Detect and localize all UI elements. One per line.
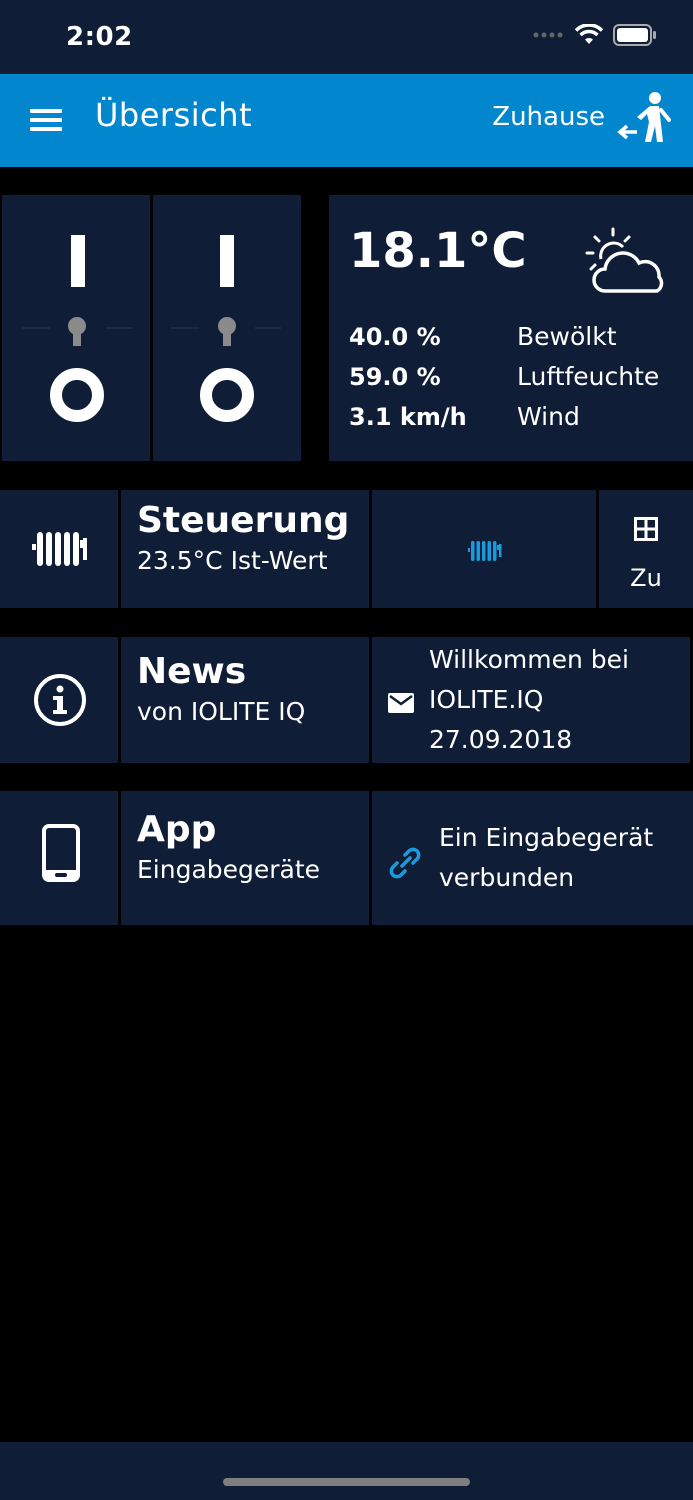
weather-temperature: 18.1°C [349, 223, 527, 279]
info-icon [34, 674, 86, 726]
menu-icon-line [30, 109, 62, 113]
bottom-bar [0, 1442, 693, 1500]
news-subtitle: von IOLITE IQ [137, 697, 306, 726]
app-bar: Übersicht Zuhause [0, 74, 693, 167]
battery-icon [613, 24, 656, 46]
partly-cloudy-icon [585, 227, 664, 293]
leave-home-icon[interactable] [617, 90, 675, 152]
status-time: 2:02 [66, 22, 133, 52]
weather-tile[interactable]: 18.1°C 40.0 % Bewölkt 59.0 % Luftfeuchte… [329, 195, 693, 461]
app-title: App [137, 809, 217, 850]
news-info-tile[interactable]: News von IOLITE IQ [121, 637, 369, 763]
radiator-icon [32, 532, 87, 566]
heating-icon-tile[interactable] [0, 490, 118, 608]
window-status-label: Zu [630, 564, 662, 592]
app-status-line1: Ein Eingabegerät [439, 823, 654, 852]
news-message-line2: IOLITE.IQ [429, 685, 544, 714]
app-devices-tile[interactable]: Ein Eingabegerät verbunden [372, 791, 693, 925]
news-title: News [137, 651, 247, 692]
link-icon [389, 847, 421, 879]
status-bar: 2:02 [0, 0, 693, 74]
weather-humidity-value: 59.0 % [349, 363, 441, 391]
news-message-date: 27.09.2018 [429, 725, 573, 754]
home-indicator[interactable] [223, 1478, 470, 1486]
weather-cloud-value: 40.0 % [349, 323, 441, 351]
weather-humidity-label: Luftfeuchte [517, 362, 660, 391]
weather-cloud-label: Bewölkt [517, 322, 617, 351]
app-status-line2: verbunden [439, 863, 575, 892]
phone-icon [42, 824, 80, 882]
radiator-small-icon [468, 541, 502, 561]
app-subtitle: Eingabegeräte [137, 855, 321, 884]
news-message-tile[interactable]: Willkommen bei IOLITE.IQ 27.09.2018 [372, 637, 690, 763]
wifi-icon [575, 24, 603, 44]
status-icons [533, 24, 657, 46]
page-title: Übersicht [95, 96, 253, 134]
heating-info-tile[interactable]: Steuerung 23.5°C Ist-Wert [121, 490, 369, 608]
heating-subtitle: 23.5°C Ist-Wert [137, 546, 328, 575]
signal-icon [533, 32, 563, 38]
app-icon-tile[interactable] [0, 791, 118, 925]
news-icon-tile[interactable] [0, 637, 118, 763]
window-icon [634, 517, 658, 541]
heating-control-tile[interactable] [372, 490, 596, 608]
mail-icon [388, 693, 414, 713]
menu-icon-line [30, 127, 62, 131]
light-switch-2-graphic [171, 235, 281, 422]
mode-label[interactable]: Zuhause [492, 102, 605, 132]
weather-wind-value: 3.1 km/h [349, 403, 467, 431]
weather-wind-label: Wind [517, 402, 580, 431]
light-switch-2[interactable] [153, 195, 301, 461]
menu-button[interactable] [26, 104, 66, 138]
light-switch-1-graphic [22, 235, 132, 422]
menu-icon-line [30, 118, 62, 122]
light-switch-1[interactable] [2, 195, 150, 461]
heating-title: Steuerung [137, 500, 350, 541]
window-status-tile[interactable]: Zu [599, 490, 693, 608]
app-info-tile[interactable]: App Eingabegeräte [121, 791, 369, 925]
news-message-line1: Willkommen bei [429, 645, 629, 674]
